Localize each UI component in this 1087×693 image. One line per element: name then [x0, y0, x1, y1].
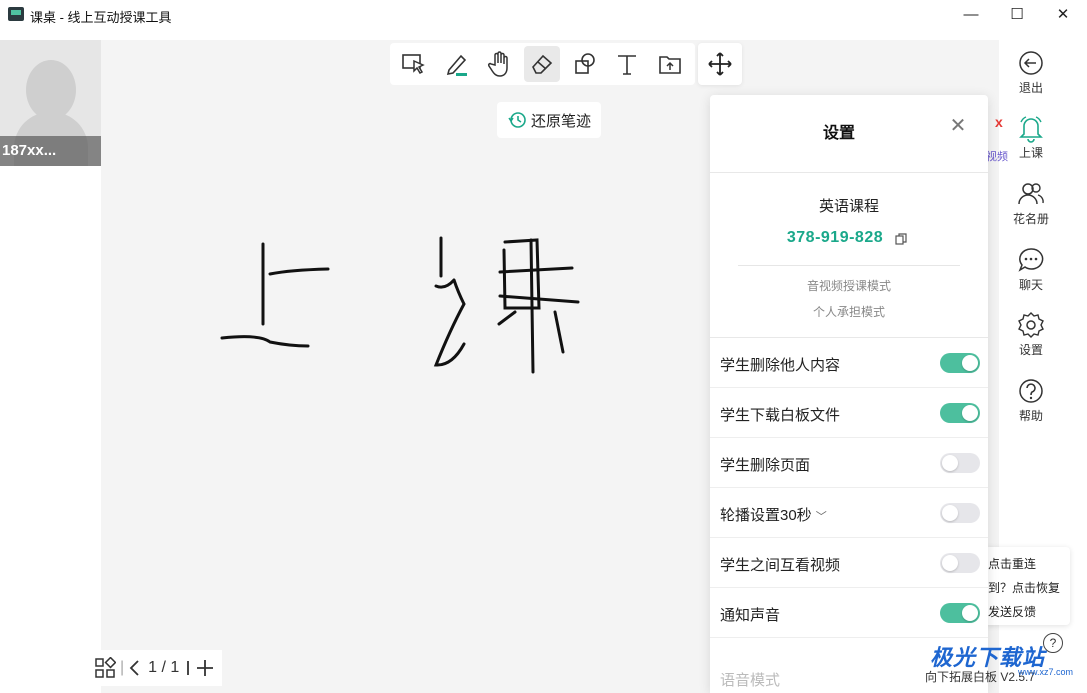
exit-icon [1019, 51, 1043, 75]
pen-tool-button[interactable] [439, 46, 475, 82]
chat-icon [1018, 248, 1044, 272]
add-page-icon[interactable] [195, 658, 215, 678]
restore-strokes-button[interactable]: 还原笔迹 [497, 102, 601, 138]
help-icon [1019, 379, 1043, 403]
page-controls: | 1 / 1 [88, 650, 222, 686]
billing-mode: 个人承担模式 [812, 305, 885, 319]
watermark-url: www.xz7.com [1018, 667, 1074, 677]
shapes-icon [574, 53, 595, 74]
text-tool-button[interactable] [610, 46, 646, 82]
download-files-toggle[interactable] [940, 403, 980, 423]
setting-label: 学生之间互看视频 [720, 557, 841, 574]
settings-title: 设置 [822, 125, 855, 142]
drawing-toolbar [390, 43, 695, 85]
hand-icon [488, 51, 509, 77]
course-id: 378-919-828 [786, 229, 884, 246]
upload-file-button[interactable] [652, 46, 688, 82]
window-title: 课桌 - 线上互动授课工具 [30, 10, 172, 25]
setting-row-partial: 语音模式 [720, 672, 781, 689]
course-divider [738, 265, 960, 266]
gear-icon [1018, 312, 1044, 338]
feedback-link[interactable]: 发送反馈 [988, 603, 1036, 620]
student-name: 187xx... [0, 136, 101, 166]
shapes-tool-button[interactable] [567, 46, 603, 82]
sidebar-item-roster[interactable]: 花名册 [1001, 179, 1061, 227]
sidebar-settings-label: 设置 [1018, 343, 1043, 357]
maximize-button[interactable]: ☐ [1007, 5, 1027, 25]
app-logo-icon [8, 7, 24, 21]
avatar-head-icon [26, 60, 76, 120]
sidebar-item-exit[interactable]: 退出 [1001, 48, 1061, 96]
close-window-button[interactable]: ✕ [1053, 5, 1073, 25]
next-page-icon[interactable] [185, 659, 191, 677]
peer-video-toggle[interactable] [940, 553, 980, 573]
restore-strokes-label: 还原笔迹 [530, 112, 591, 130]
sidebar-help-label: 帮助 [1018, 409, 1043, 423]
roster-icon [1018, 183, 1044, 205]
teaching-mode: 音视频授课模式 [806, 279, 891, 293]
settings-panel: 设置 ✕ 英语课程 378-919-828 音视频授课模式 个人承担模式 学生删… [710, 95, 988, 693]
delete-pages-toggle[interactable] [940, 453, 980, 473]
course-name: 英语课程 [818, 198, 879, 215]
history-icon [508, 112, 526, 128]
text-icon [618, 55, 637, 75]
floating-help-button[interactable]: ? [1043, 633, 1063, 653]
notification-sound-toggle[interactable] [940, 603, 980, 623]
pager-separator: | [120, 659, 125, 676]
sidebar-item-class[interactable]: 上课 [1001, 113, 1061, 161]
carousel-toggle[interactable] [940, 503, 980, 523]
setting-label: 轮播设置30秒 [720, 507, 812, 524]
sidebar-class-label: 上课 [1018, 146, 1043, 160]
setting-label: 学生删除他人内容 [720, 357, 841, 374]
sidebar-chat-label: 聊天 [1018, 278, 1043, 292]
move-tool-button[interactable] [698, 43, 742, 85]
sidebar-item-help[interactable]: 帮助 [1001, 376, 1061, 424]
title-bar: 课桌 - 线上互动授课工具 — ☐ ✕ [0, 0, 1087, 30]
move-icon [708, 52, 732, 76]
reconnect-popup: 点击重连 到？点击恢复 发送反馈 [984, 547, 1070, 625]
delete-others-toggle[interactable] [940, 353, 980, 373]
handwriting-strokes [220, 236, 580, 374]
eraser-icon [532, 54, 553, 74]
setting-row-carousel: 轮播设置30秒 ﹀ [710, 488, 988, 538]
settings-header: 设置 ✕ [710, 95, 988, 173]
chevron-down-icon[interactable]: ﹀ [816, 511, 827, 523]
setting-row-download-files: 学生下载白板文件 [710, 388, 988, 438]
recover-link[interactable]: 到？点击恢复 [988, 579, 1060, 596]
page-thumbnails-icon[interactable] [94, 657, 116, 679]
hand-tool-button[interactable] [481, 46, 517, 82]
bell-icon [1019, 116, 1043, 143]
course-info: 英语课程 378-919-828 音视频授课模式 个人承担模式 [710, 173, 988, 338]
copy-icon[interactable] [895, 233, 907, 245]
setting-label: 学生删除页面 [720, 457, 811, 474]
video-notice-fragment: 视频 [986, 151, 1008, 163]
select-icon [402, 54, 425, 74]
sidebar-exit-label: 退出 [1018, 81, 1043, 95]
student-video-tile[interactable]: 187xx... [0, 40, 101, 166]
sidebar-item-chat[interactable]: 聊天 [1001, 245, 1061, 293]
video-panel: 187xx... [0, 40, 101, 693]
carousel-setting[interactable]: 轮播设置30秒 ﹀ [720, 504, 827, 525]
upload-folder-icon [659, 56, 681, 74]
eraser-tool-button[interactable] [524, 46, 560, 82]
notice-close-icon[interactable]: x [995, 114, 1003, 130]
reconnect-link[interactable]: 点击重连 [988, 555, 1036, 572]
sidebar-item-settings[interactable]: 设置 [1001, 310, 1061, 358]
minimize-button[interactable]: — [961, 5, 981, 25]
setting-row-delete-pages: 学生删除页面 [710, 438, 988, 488]
settings-close-icon[interactable]: ✕ [949, 116, 967, 136]
setting-row-notification-sound: 通知声音 [710, 588, 988, 638]
setting-row-peer-video: 学生之间互看视频 [710, 538, 988, 588]
setting-label: 通知声音 [720, 607, 781, 624]
select-tool-button[interactable] [396, 46, 432, 82]
previous-page-icon[interactable] [128, 659, 142, 677]
setting-label: 学生下载白板文件 [720, 407, 841, 424]
pen-icon [446, 54, 467, 76]
sidebar-roster-label: 花名册 [1012, 212, 1049, 226]
setting-row-delete-others: 学生删除他人内容 [710, 338, 988, 388]
page-indicator: 1 / 1 [148, 659, 180, 676]
